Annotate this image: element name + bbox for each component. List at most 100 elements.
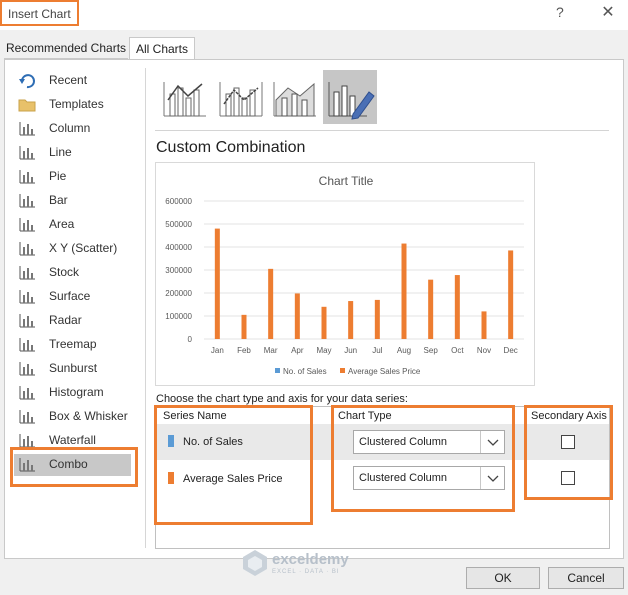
sidebar-item-label: Surface xyxy=(49,289,91,303)
sidebar-item-label: Recent xyxy=(49,73,88,87)
stock-chart-icon xyxy=(18,265,36,281)
cancel-button[interactable]: Cancel xyxy=(548,567,624,589)
y-tick-label: 100000 xyxy=(165,312,192,321)
chart-preview: Chart Title 0 100000 200000 300000 400000 500… xyxy=(155,162,535,386)
x-tick-label: Jan xyxy=(211,346,224,355)
x-tick-label: Apr xyxy=(291,346,304,355)
sidebar-item-label: Templates xyxy=(49,97,104,111)
x-tick-label: Sep xyxy=(424,346,439,355)
legend-label: No. of Sales xyxy=(283,367,327,376)
x-tick-label: Aug xyxy=(397,346,411,355)
surface-chart-icon xyxy=(18,289,36,305)
legend-swatch xyxy=(275,368,280,373)
sidebar-item-label: Radar xyxy=(49,313,82,327)
combo-highlight-box xyxy=(10,447,138,487)
sidebar-item-sunburst[interactable]: Sunburst xyxy=(14,358,134,380)
sidebar-item-recent[interactable]: Recent xyxy=(14,70,134,92)
bar-apr xyxy=(294,293,300,339)
y-tick-label: 300000 xyxy=(165,266,192,275)
sidebar-item-radar[interactable]: Radar xyxy=(14,310,134,332)
x-tick-label: Feb xyxy=(237,346,251,355)
watermark-tagline: EXCEL · DATA · BI xyxy=(272,569,340,575)
sidebar-item-label: Line xyxy=(49,145,72,159)
pie-chart-icon xyxy=(18,169,36,185)
combo-subtype-3-icon[interactable] xyxy=(268,70,322,124)
x-tick-label: Mar xyxy=(264,346,278,355)
combo-subtype-2-icon[interactable] xyxy=(214,70,268,124)
exceldemy-watermark: exceldemy EXCEL · DATA · BI xyxy=(242,549,382,579)
bar-feb xyxy=(241,314,247,339)
bar-sep xyxy=(428,279,434,339)
column-chart-icon xyxy=(18,121,36,137)
sidebar-item-bar[interactable]: Bar xyxy=(14,190,134,212)
x-tick-label: Jun xyxy=(344,346,357,355)
instruction-text: Choose the chart type and axis for your … xyxy=(156,393,408,405)
section-divider xyxy=(155,130,609,131)
chart-title: Chart Title xyxy=(319,174,374,188)
sidebar-item-label: Sunburst xyxy=(49,361,98,375)
secondary-axis-highlight-box xyxy=(524,405,613,500)
scatter-chart-icon xyxy=(18,241,36,257)
bar-may xyxy=(321,306,327,339)
sunburst-chart-icon xyxy=(18,361,36,377)
sidebar-item-histogram[interactable]: Histogram xyxy=(14,382,134,404)
sidebar-item-treemap[interactable]: Treemap xyxy=(14,334,134,356)
sidebar-item-line[interactable]: Line xyxy=(14,142,134,164)
bar-nov xyxy=(481,311,487,339)
sidebar-item-column[interactable]: Column xyxy=(14,118,134,140)
sidebar-item-label: Stock xyxy=(49,265,80,279)
sidebar-item-label: Area xyxy=(49,217,75,231)
sidebar-item-label: Treemap xyxy=(49,337,97,351)
window-title: Insert Chart xyxy=(0,0,79,26)
sidebar-item-templates[interactable]: Templates xyxy=(14,94,134,116)
sidebar-item-x-y-scatter[interactable]: X Y (Scatter) xyxy=(14,238,134,260)
sidebar-item-label: X Y (Scatter) xyxy=(49,241,118,255)
bar-mar xyxy=(268,268,274,339)
chart-type-highlight-box xyxy=(331,405,515,512)
ok-button[interactable]: OK xyxy=(466,567,540,589)
sidebar-item-label: Box & Whisker xyxy=(49,409,128,423)
bar-jun xyxy=(348,301,354,339)
y-tick-label: 0 xyxy=(188,335,193,344)
sidebar-item-label: Column xyxy=(49,121,91,135)
exceldemy-logo-icon xyxy=(243,550,267,576)
help-button[interactable]: ? xyxy=(556,4,570,20)
folder-icon xyxy=(18,97,36,113)
radar-chart-icon xyxy=(18,313,36,329)
x-tick-label: Nov xyxy=(477,346,491,355)
bar-oct xyxy=(454,275,460,339)
bar-aug xyxy=(401,243,407,339)
section-title: Custom Combination xyxy=(156,139,306,156)
sidebar-item-label: Waterfall xyxy=(49,433,96,447)
series-name-highlight-box xyxy=(154,405,313,525)
title-bar: Insert Chart ? ✕ xyxy=(0,0,628,30)
bar-jul xyxy=(374,299,380,339)
sidebar-item-label: Pie xyxy=(49,169,67,183)
x-tick-label: Dec xyxy=(504,346,518,355)
y-tick-label: 200000 xyxy=(165,289,192,298)
tab-recommended-charts[interactable]: Recommended Charts xyxy=(4,37,128,59)
bar-chart-icon xyxy=(18,193,36,209)
x-tick-label: Jul xyxy=(372,346,382,355)
divider xyxy=(145,68,146,548)
sidebar-item-area[interactable]: Area xyxy=(14,214,134,236)
sidebar-item-pie[interactable]: Pie xyxy=(14,166,134,188)
close-button[interactable]: ✕ xyxy=(598,2,618,22)
sidebar-item-surface[interactable]: Surface xyxy=(14,286,134,308)
sidebar-item-box-whisker[interactable]: Box & Whisker xyxy=(14,406,134,428)
sidebar-item-label: Bar xyxy=(49,193,68,207)
custom-combination-icon[interactable] xyxy=(323,70,377,124)
y-tick-label: 400000 xyxy=(165,243,192,252)
combo-subtype-1-icon[interactable] xyxy=(158,70,212,124)
x-tick-label: May xyxy=(316,346,331,355)
line-chart-icon xyxy=(18,145,36,161)
legend-label: Average Sales Price xyxy=(348,367,421,376)
x-tick-label: Oct xyxy=(451,346,464,355)
sidebar-item-label: Histogram xyxy=(49,385,104,399)
treemap-chart-icon xyxy=(18,337,36,353)
histogram-chart-icon xyxy=(18,385,36,401)
tab-all-charts[interactable]: All Charts xyxy=(129,37,195,60)
sidebar-item-stock[interactable]: Stock xyxy=(14,262,134,284)
bar-jan xyxy=(214,228,220,339)
area-chart-icon xyxy=(18,217,36,233)
